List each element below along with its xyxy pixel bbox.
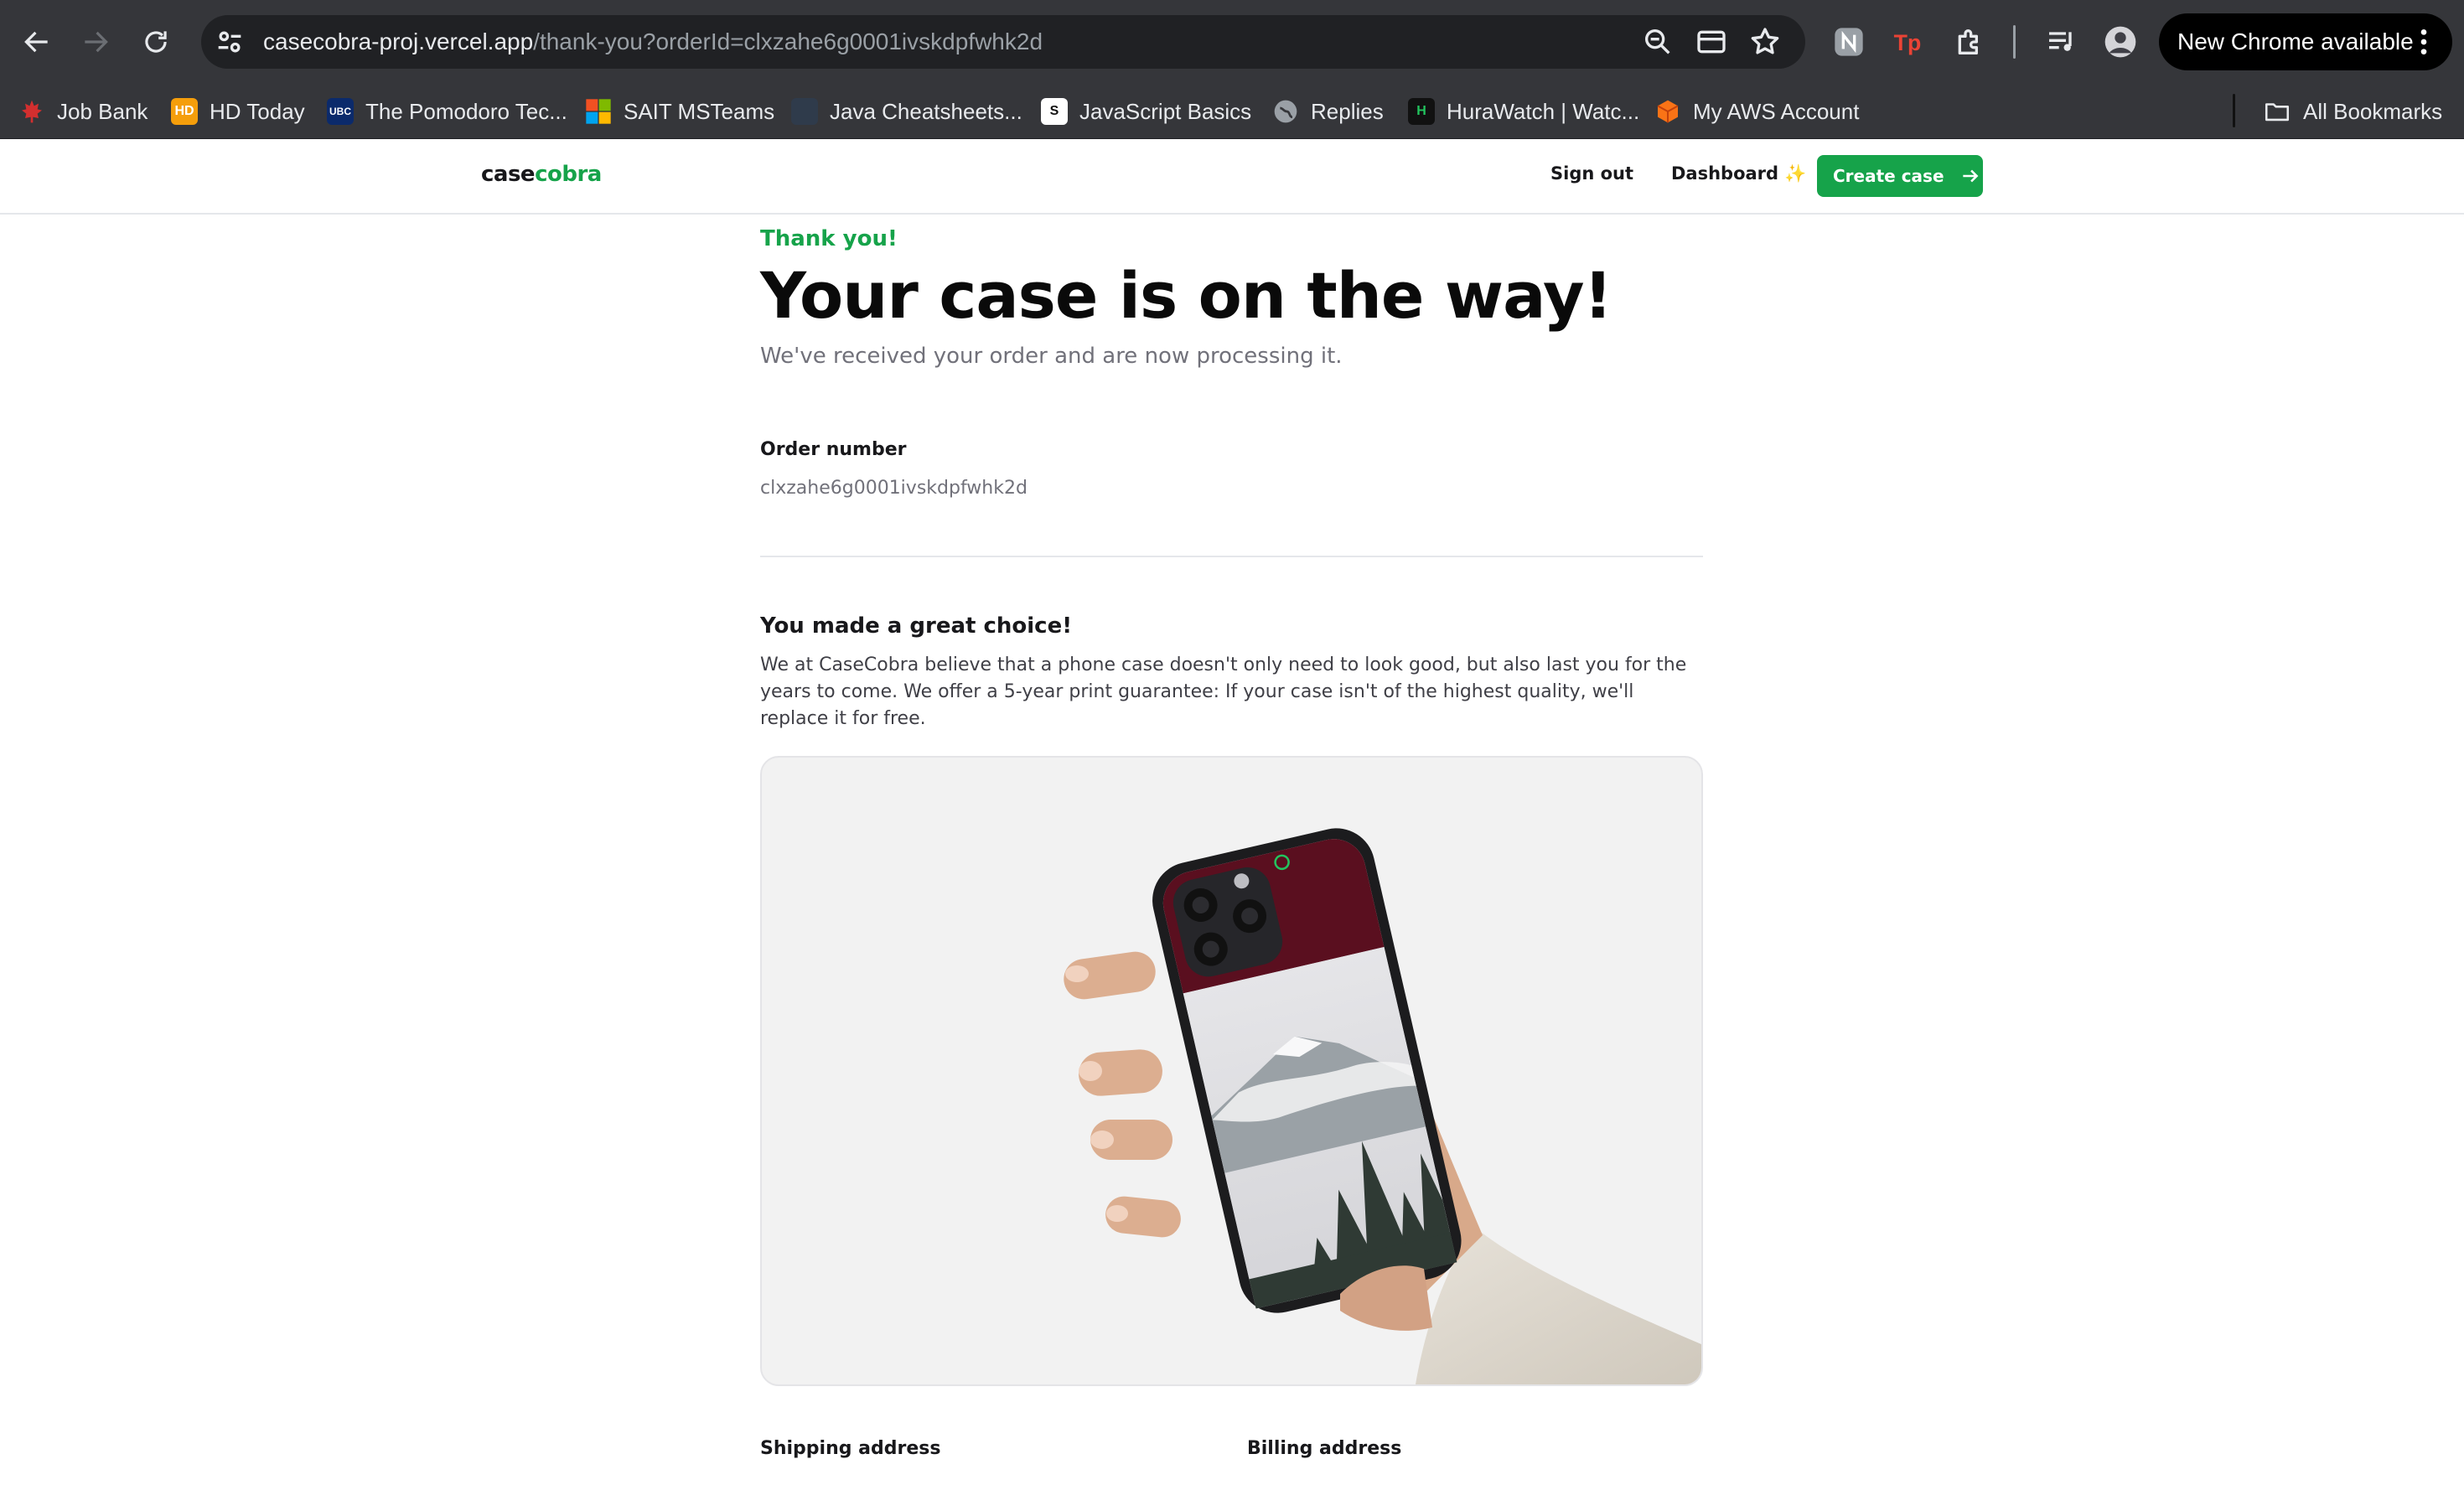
bookmark-sait-msteams[interactable]: SAIT MSTeams — [585, 94, 774, 129]
casecobra-logo[interactable]: casecobra — [481, 162, 602, 187]
browser-toolbar: casecobra-proj.vercel.app/thank-you?orde… — [0, 0, 2464, 84]
billing-address-label: Billing address — [1247, 1438, 1402, 1459]
bookmark-label: Replies — [1311, 98, 1384, 124]
page-viewport: casecobra Sign out Dashboard ✨ Create ca… — [0, 139, 2464, 1485]
back-button[interactable] — [12, 17, 62, 67]
globe-icon — [1272, 98, 1299, 125]
page-title: Your case is on the way! — [760, 258, 1612, 333]
bookmark-java-cheatsheets[interactable]: Java Cheatsheets... — [791, 94, 1022, 129]
url-host: casecobra-proj.vercel.app — [263, 28, 534, 54]
arrow-right-icon — [1962, 169, 1978, 183]
site-info-icon[interactable] — [213, 25, 246, 59]
order-number-value: clxzahe6g0001ivskdpfwhk2d — [760, 478, 1028, 499]
svg-text:Tp: Tp — [1894, 30, 1922, 55]
extensions-puzzle-icon[interactable] — [1953, 25, 1986, 59]
reload-button[interactable] — [131, 17, 181, 67]
bookmark-hurawatch[interactable]: H HuraWatch | Watc... — [1408, 94, 1639, 129]
javascript-icon: S — [1041, 98, 1068, 125]
bookmark-label: HD Today — [210, 98, 305, 124]
bookmarks-bar: Job Bank HD HD Today UBC The Pomodoro Te… — [0, 84, 2464, 139]
bookmark-star-icon[interactable] — [1748, 25, 1782, 59]
great-choice-body: We at CaseCobra believe that a phone cas… — [760, 655, 1687, 729]
reload-icon — [145, 31, 167, 53]
page-subtitle: We've received your order and are now pr… — [760, 344, 1343, 369]
zoom-icon[interactable] — [1641, 25, 1675, 59]
menu-dots-icon[interactable] — [2407, 25, 2441, 59]
bookmark-label: HuraWatch | Watc... — [1447, 98, 1640, 124]
logo-accent: cobra — [535, 162, 602, 187]
bookmark-label: Job Bank — [57, 98, 148, 124]
shipping-address-label: Shipping address — [760, 1438, 941, 1459]
eyebrow-text: Thank you! — [760, 226, 898, 251]
url-path: /thank-you?orderId=clxzahe6g0001ivskdpfw… — [533, 28, 1043, 54]
maple-leaf-icon — [18, 98, 45, 125]
arrow-right-icon — [85, 31, 108, 53]
section-divider — [760, 556, 1703, 557]
microsoft-icon — [585, 98, 612, 125]
toolbar-divider — [2013, 25, 2016, 59]
phone-preview-card — [760, 756, 1703, 1386]
profile-avatar-icon[interactable] — [2104, 25, 2137, 59]
new-chrome-label: New Chrome available — [2177, 28, 2414, 54]
bookmark-label: My AWS Account — [1693, 98, 1860, 124]
great-choice-heading: You made a great choice! — [760, 613, 1073, 639]
card-icon[interactable] — [1695, 25, 1728, 59]
sign-out-link[interactable]: Sign out — [1550, 163, 1633, 184]
all-bookmarks-button[interactable]: All Bookmarks — [2263, 94, 2442, 129]
bookmark-hd-today[interactable]: HD HD Today — [171, 94, 305, 129]
bookmark-javascript-basics[interactable]: S JavaScript Basics — [1041, 94, 1251, 129]
dashboard-link[interactable]: Dashboard ✨ — [1671, 163, 1807, 184]
media-queue-icon[interactable] — [2045, 25, 2078, 59]
bookmark-pomodoro[interactable]: UBC The Pomodoro Tec... — [327, 94, 567, 129]
site-navbar: casecobra Sign out Dashboard ✨ Create ca… — [0, 139, 2464, 215]
new-chrome-button[interactable]: New Chrome available — [2159, 13, 2452, 70]
create-case-button[interactable]: Create case — [1817, 155, 1983, 197]
order-number-label: Order number — [760, 439, 907, 460]
extension-ai-icon[interactable] — [1832, 25, 1866, 59]
bookmarks-divider — [2233, 94, 2235, 127]
url-text[interactable]: casecobra-proj.vercel.app/thank-you?orde… — [263, 27, 1043, 57]
bookmark-job-bank[interactable]: Job Bank — [18, 94, 148, 129]
hd-today-icon: HD — [171, 98, 198, 125]
bookmark-label: The Pomodoro Tec... — [365, 98, 567, 124]
bookmark-aws[interactable]: My AWS Account — [1654, 94, 1859, 129]
ubc-icon: UBC — [327, 98, 354, 125]
bookmark-replies[interactable]: Replies — [1272, 94, 1384, 129]
all-bookmarks-label: All Bookmarks — [2303, 98, 2443, 124]
java-icon — [791, 98, 818, 125]
extension-tp-icon[interactable]: Tp — [1892, 25, 1926, 59]
create-case-label: Create case — [1833, 166, 1944, 186]
bookmark-label: SAIT MSTeams — [624, 98, 775, 124]
bookmark-label: JavaScript Basics — [1079, 98, 1252, 124]
aws-icon — [1654, 98, 1681, 125]
hand-holding-phone-image — [1064, 828, 1701, 1384]
hurawatch-icon: H — [1408, 98, 1435, 125]
bookmark-label: Java Cheatsheets... — [830, 98, 1022, 124]
folder-icon — [2265, 103, 2290, 122]
logo-primary: case — [481, 162, 536, 187]
arrow-left-icon — [24, 31, 48, 53]
forward-button[interactable] — [70, 17, 121, 67]
